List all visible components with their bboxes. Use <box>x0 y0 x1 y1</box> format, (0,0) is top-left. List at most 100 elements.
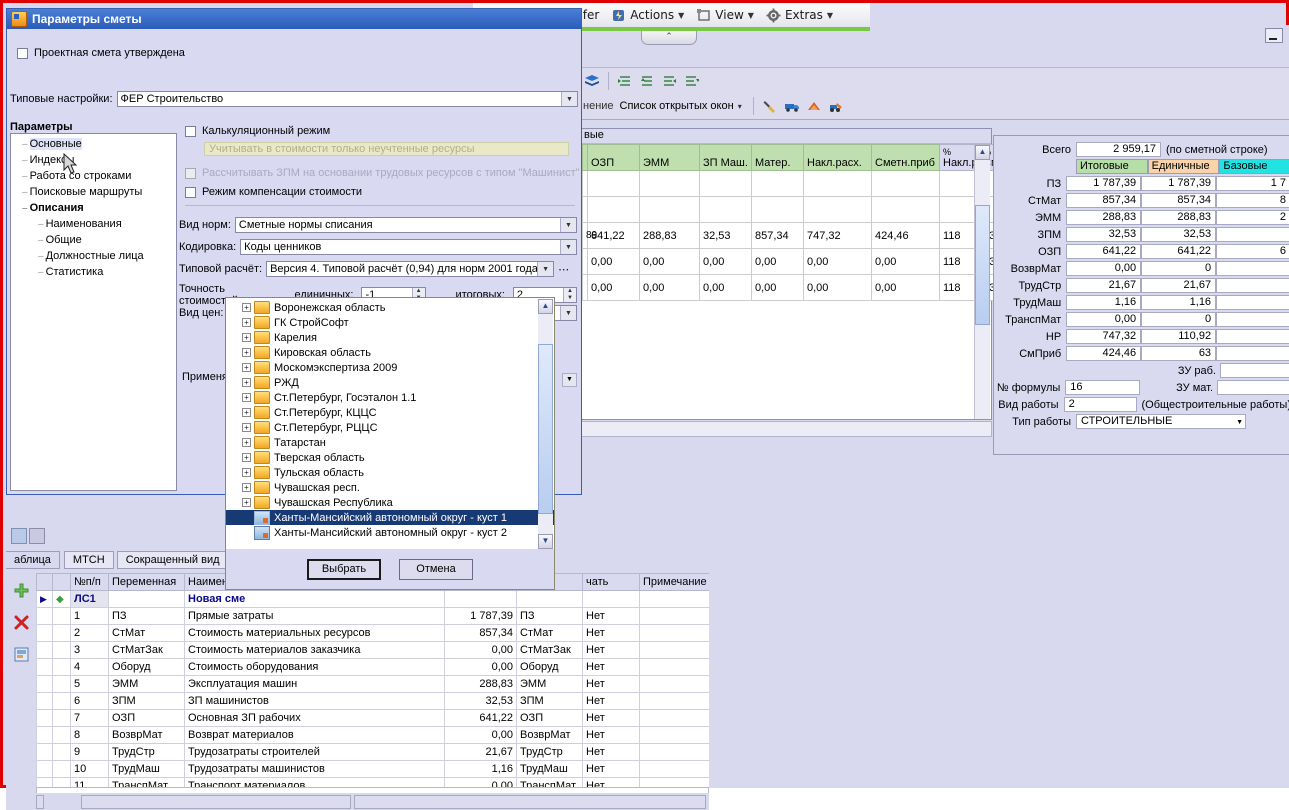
grid-cell[interactable] <box>699 196 752 223</box>
coding-combo[interactable]: Коды ценников ▼ <box>240 239 577 255</box>
param-tree-item[interactable]: – Работа со строками <box>14 168 176 184</box>
grid-cell[interactable] <box>639 170 700 197</box>
table-cell[interactable]: ОЗП <box>516 709 583 727</box>
totals-cell[interactable]: 1,16 <box>1141 295 1217 310</box>
table-cell[interactable]: ЗПМ <box>108 692 185 710</box>
pricebase-dropdown-tree[interactable]: + Воронежская область + ГК СтройСофт + Карели… <box>225 297 555 551</box>
presets-combo[interactable]: ФЕР Строительство ▼ <box>116 91 578 107</box>
table-cell[interactable]: СтМат <box>108 624 185 642</box>
hammer-icon[interactable] <box>760 96 780 116</box>
totals-cell[interactable] <box>1216 295 1289 310</box>
chevron-down-icon[interactable]: ▼ <box>560 218 576 232</box>
table-cell[interactable]: СтМат <box>516 624 583 642</box>
row-number-cell[interactable]: 5 <box>70 675 109 693</box>
expand-plus-icon[interactable]: + <box>242 408 251 417</box>
totals-cell[interactable]: 288,83 <box>1141 210 1217 225</box>
totals-cell[interactable]: 641,22 <box>1066 244 1142 259</box>
table-row[interactable]: 2 СтМат Стоимость материальных ресурсов 857… <box>36 624 709 642</box>
grid-cell[interactable]: 747,32 <box>803 222 872 249</box>
estimate-grid[interactable]: вые ОЗП ЭММ ЗП Маш. Матер. Накл.расх. Сметн.п… <box>581 128 1016 420</box>
totals-cell[interactable]: 21,67 <box>1141 278 1217 293</box>
minimize-button[interactable] <box>1265 28 1283 43</box>
totals-cell[interactable]: 63 <box>1141 346 1217 361</box>
chevron-down-icon[interactable]: ▼ <box>537 262 554 276</box>
panel-icon-1[interactable] <box>11 528 27 544</box>
grid-cell[interactable]: 0,00 <box>639 248 700 275</box>
table-column-header[interactable]: Переменная <box>108 573 185 591</box>
totals-cell[interactable] <box>1216 346 1289 361</box>
excavator-icon[interactable] <box>826 96 846 116</box>
grid-cell[interactable]: 0,00 <box>751 274 804 301</box>
expand-plus-icon[interactable]: + <box>242 498 251 507</box>
table-cell[interactable]: Нет <box>582 709 640 727</box>
table-cell-value[interactable]: 32,53 <box>444 692 517 710</box>
param-tree-item[interactable]: – Описания <box>14 200 176 216</box>
expand-plus-icon[interactable]: + <box>242 423 251 432</box>
tree-item[interactable]: + Тульская область <box>226 465 554 480</box>
grid-cell[interactable]: 0,00 <box>587 248 640 275</box>
grid-column-header[interactable]: Матер. <box>751 144 804 171</box>
grid-cell[interactable]: 32,53 <box>699 222 752 249</box>
grid-cell[interactable] <box>871 170 940 197</box>
totals-cell[interactable]: 21,67 <box>1066 278 1142 293</box>
grid-cell[interactable] <box>751 196 804 223</box>
grid-cell[interactable]: 288,83 <box>639 222 700 249</box>
grid-cell[interactable]: 0,00 <box>699 274 752 301</box>
grid-cell[interactable]: 0,00 <box>871 248 940 275</box>
table-cell[interactable]: Нет <box>582 760 640 778</box>
totals-cell[interactable]: 6 <box>1216 244 1289 259</box>
panel-icon-2[interactable] <box>29 528 45 544</box>
table-cell-value[interactable]: 1,16 <box>444 760 517 778</box>
chevron-down-icon[interactable]: ▼ <box>561 92 577 106</box>
table-cell[interactable] <box>639 743 709 761</box>
expand-plus-icon[interactable]: + <box>242 303 251 312</box>
expand-plus-icon[interactable]: + <box>242 333 251 342</box>
row-number-cell[interactable]: 6 <box>70 692 109 710</box>
param-tree-item[interactable]: – Статистика <box>14 264 176 280</box>
row-number-cell[interactable]: 7 <box>70 709 109 727</box>
param-tree-item[interactable]: – Общие <box>14 232 176 248</box>
grid-column-header[interactable]: ОЗП <box>587 144 640 171</box>
grid-cell[interactable]: 0,00 <box>699 248 752 275</box>
totals-cell[interactable]: 1 787,39 <box>1141 176 1217 191</box>
scroll-thumb[interactable] <box>975 205 990 325</box>
book-icon[interactable] <box>582 71 602 91</box>
compensation-row[interactable]: Режим компенсации стоимости <box>185 186 362 198</box>
row-number-cell[interactable]: 1 <box>70 607 109 625</box>
grid-cell[interactable] <box>587 196 640 223</box>
table-row[interactable]: 9 ТрудСтр Трудозатраты строителей 21,67 Труд… <box>36 743 709 761</box>
table-cell[interactable]: ЗП машинистов <box>184 692 445 710</box>
table-cell[interactable]: Эксплуатация машин <box>184 675 445 693</box>
table-cell[interactable] <box>516 590 583 608</box>
row-number-cell[interactable]: ЛС1 <box>70 590 109 608</box>
table-row[interactable]: 7 ОЗП Основная ЗП рабочих 641,22 ОЗП Нет <box>36 709 709 727</box>
table-column-header[interactable]: №п/п <box>70 573 109 591</box>
calc-mode-row[interactable]: Калькуляционный режим <box>185 125 330 137</box>
add-row-button[interactable] <box>8 577 34 603</box>
grid-cell[interactable] <box>751 170 804 197</box>
grid-vertical-scrollbar[interactable]: ▲ <box>974 145 990 419</box>
grid-row[interactable] <box>582 170 1016 197</box>
bottom-tab[interactable]: Сокращенный вид <box>116 551 229 569</box>
delete-row-button[interactable] <box>8 609 34 635</box>
expand-plus-icon[interactable]: + <box>242 348 251 357</box>
table-cell[interactable]: Нет <box>582 692 640 710</box>
table-cell-value[interactable]: 0,00 <box>444 658 517 676</box>
grid-cell[interactable]: 0,00 <box>751 248 804 275</box>
totals-cell[interactable]: 8 <box>1216 193 1289 208</box>
table-cell[interactable] <box>108 590 185 608</box>
row-number-cell[interactable]: 4 <box>70 658 109 676</box>
table-row[interactable]: 5 ЭММ Эксплуатация машин 288,83 ЭММ Нет <box>36 675 709 693</box>
table-cell-value[interactable]: 0,00 <box>444 641 517 659</box>
grid-horizontal-scrollbar[interactable] <box>581 421 992 437</box>
grid-cell[interactable] <box>803 196 872 223</box>
tree-vertical-scrollbar[interactable]: ▲ ▼ <box>538 299 553 549</box>
table-cell[interactable]: ТрудСтр <box>516 743 583 761</box>
chevron-down-icon[interactable]: ▼ <box>560 240 576 254</box>
grid-cell[interactable] <box>803 170 872 197</box>
table-cell[interactable]: Нет <box>582 641 640 659</box>
expand-plus-icon[interactable]: + <box>242 468 251 477</box>
table-cell[interactable]: СтМатЗак <box>108 641 185 659</box>
row-number-cell[interactable]: 8 <box>70 726 109 744</box>
table-cell[interactable] <box>639 624 709 642</box>
